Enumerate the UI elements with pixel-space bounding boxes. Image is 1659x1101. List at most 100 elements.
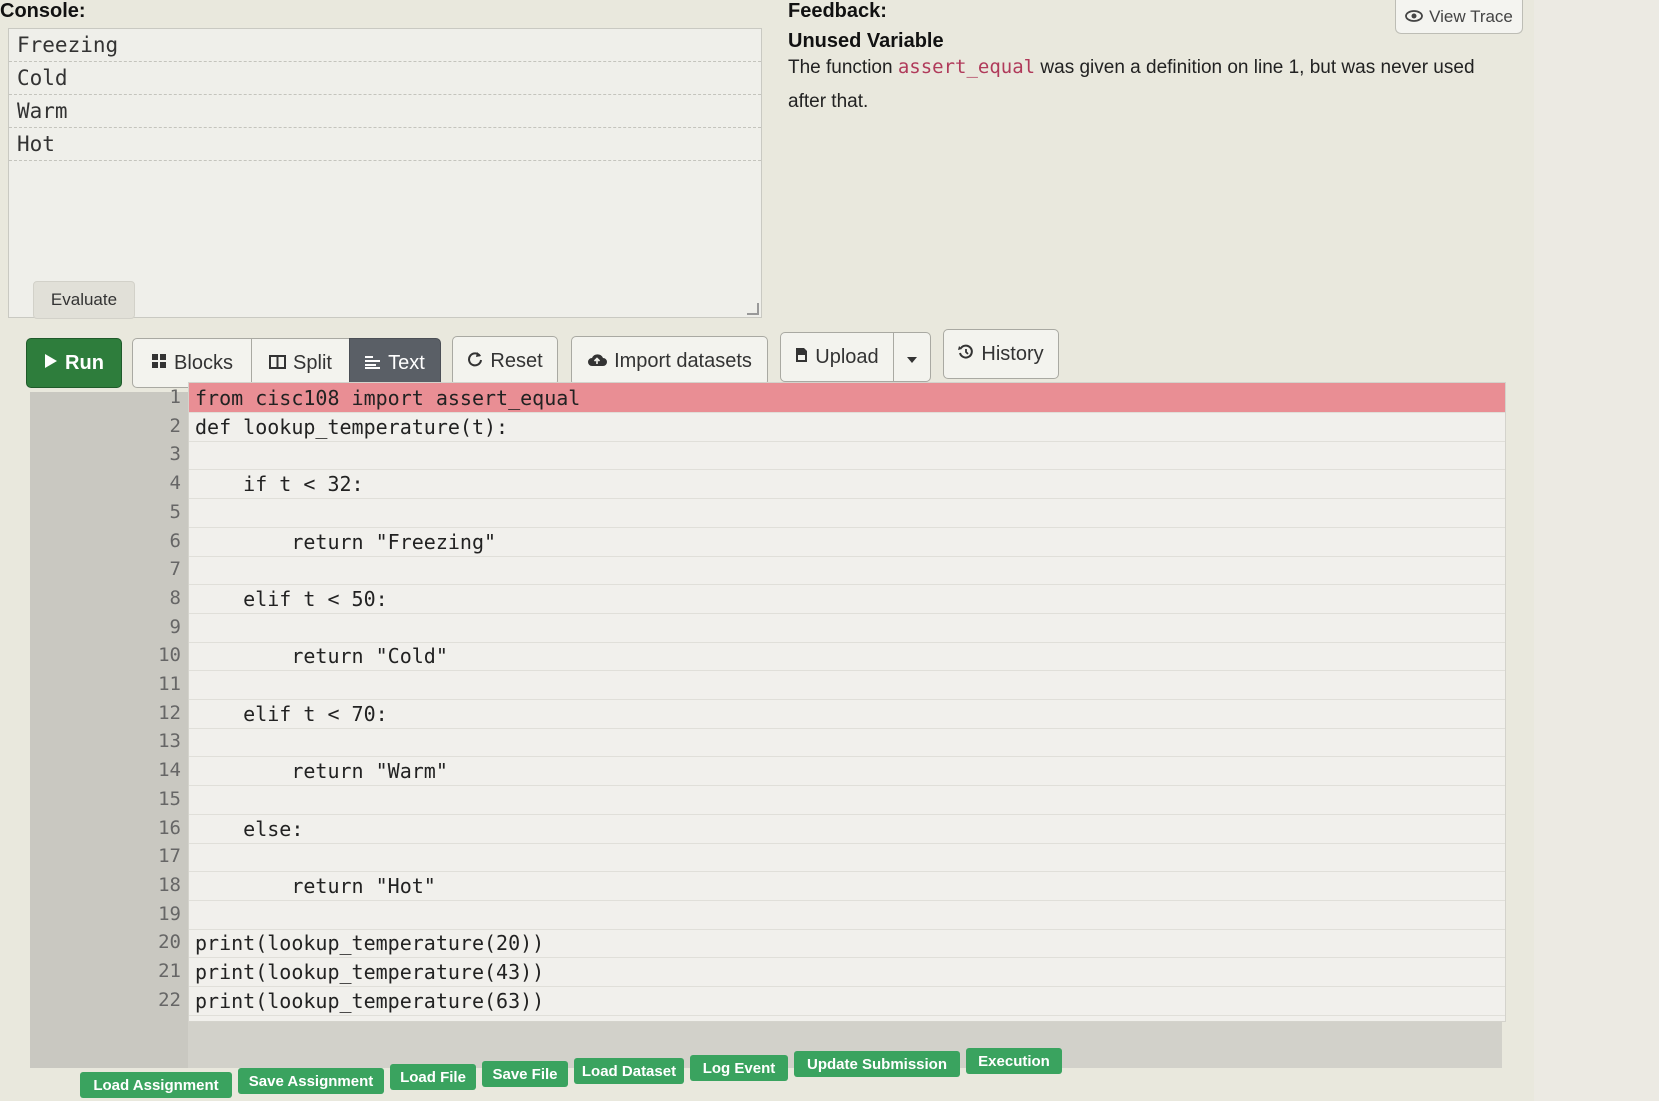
import-datasets-button[interactable]: Import datasets bbox=[571, 336, 768, 386]
code-line[interactable]: 2 def lookup_temperature(t): bbox=[170, 412, 1505, 442]
console-output[interactable]: Freezing Cold Warm Hot Evaluate bbox=[8, 28, 762, 319]
feedback-message-prefix: The function bbox=[788, 57, 898, 78]
line-number: 3 bbox=[169, 443, 181, 466]
line-number: 12 bbox=[158, 701, 181, 724]
line-number: 14 bbox=[158, 759, 181, 782]
code-text: else: bbox=[195, 816, 304, 841]
code-line[interactable]: 9 bbox=[170, 613, 1505, 643]
code-line[interactable]: 15 bbox=[158, 785, 1505, 815]
line-number: 8 bbox=[169, 586, 181, 609]
code-line[interactable]: 17 bbox=[158, 842, 1505, 873]
code-text: return "Cold" bbox=[195, 644, 448, 669]
code-line[interactable]: 18 return "Hot" bbox=[158, 871, 1505, 901]
line-number: 5 bbox=[169, 500, 181, 523]
line-number: 13 bbox=[158, 730, 181, 753]
bottom-button[interactable]: Load Dataset bbox=[574, 1058, 684, 1084]
code-text: return "Warm" bbox=[195, 759, 448, 784]
code-editor[interactable]: 1 from cisc108 import assert_equal 2 def lo… bbox=[158, 382, 1506, 1022]
blocks-button[interactable]: Blocks bbox=[132, 338, 252, 388]
view-trace-button[interactable]: View Trace bbox=[1395, 0, 1523, 34]
console-line: Warm bbox=[9, 95, 761, 128]
blocks-label: Blocks bbox=[174, 351, 233, 374]
code-line[interactable]: 22 print(lookup_temperature(63)) bbox=[158, 986, 1505, 1016]
line-number: 10 bbox=[158, 644, 181, 667]
file-icon bbox=[795, 346, 808, 369]
code-line[interactable]: 5 bbox=[170, 498, 1505, 528]
code-text: print(lookup_temperature(43)) bbox=[195, 960, 545, 984]
code-text: return "Hot" bbox=[195, 873, 436, 898]
text-label: Text bbox=[388, 351, 425, 374]
right-margin bbox=[1534, 0, 1659, 1101]
code-text: elif t < 70: bbox=[195, 701, 388, 726]
code-line[interactable]: 19 bbox=[158, 900, 1505, 930]
code-text: print(lookup_temperature(63)) bbox=[195, 988, 545, 1013]
line-number: 6 bbox=[169, 529, 181, 552]
bottom-button[interactable]: Load File bbox=[390, 1064, 476, 1090]
text-button[interactable]: Text bbox=[349, 338, 441, 388]
evaluate-button[interactable]: Evaluate bbox=[33, 281, 135, 319]
code-line[interactable]: 16 else: bbox=[158, 814, 1505, 844]
code-line[interactable]: 7 bbox=[170, 555, 1505, 586]
bottom-button[interactable]: Save Assignment bbox=[238, 1068, 384, 1094]
line-number: 7 bbox=[169, 558, 181, 581]
split-label: Split bbox=[293, 351, 332, 374]
line-number: 19 bbox=[158, 902, 181, 925]
line-number: 2 bbox=[169, 414, 181, 437]
bottom-button[interactable]: Log Event bbox=[690, 1055, 788, 1081]
resize-handle[interactable] bbox=[747, 303, 759, 315]
line-number: 9 bbox=[169, 615, 181, 638]
line-number: 15 bbox=[158, 787, 181, 810]
code-line[interactable]: 14 return "Warm" bbox=[158, 756, 1505, 787]
code-text: if t < 32: bbox=[195, 472, 364, 497]
line-number: 20 bbox=[158, 931, 181, 954]
console-line: Hot bbox=[9, 128, 761, 161]
upload-dropdown-button[interactable] bbox=[893, 332, 931, 382]
reset-button[interactable]: Reset bbox=[452, 336, 558, 386]
view-trace-label: View Trace bbox=[1429, 6, 1513, 26]
history-label: History bbox=[981, 342, 1044, 365]
line-number: 22 bbox=[158, 988, 181, 1011]
import-datasets-label: Import datasets bbox=[614, 349, 752, 372]
code-line[interactable]: 11 bbox=[158, 670, 1505, 700]
code-text: def lookup_temperature(t): bbox=[195, 414, 509, 439]
upload-label: Upload bbox=[815, 345, 879, 368]
code-line[interactable]: 12 elif t < 70: bbox=[158, 699, 1505, 729]
code-line[interactable]: 1 from cisc108 import assert_equal bbox=[170, 383, 1505, 413]
columns-icon bbox=[269, 352, 287, 375]
code-line[interactable]: 3 bbox=[170, 440, 1505, 471]
history-icon bbox=[958, 343, 974, 366]
cloud-upload-icon bbox=[587, 350, 608, 373]
run-label: Run bbox=[65, 351, 104, 374]
code-line[interactable]: 4 if t < 32: bbox=[170, 469, 1505, 500]
code-text: return "Freezing" bbox=[195, 529, 497, 554]
code-line[interactable]: 21 print(lookup_temperature(43)) bbox=[158, 957, 1505, 987]
code-line[interactable]: 10 return "Cold" bbox=[158, 641, 1505, 672]
code-text: print(lookup_temperature(20)) bbox=[195, 931, 545, 956]
bottom-button[interactable]: Load Assignment bbox=[80, 1072, 232, 1098]
play-icon bbox=[44, 352, 58, 375]
line-number: 11 bbox=[158, 673, 181, 695]
code-line[interactable]: 6 return "Freezing" bbox=[170, 527, 1505, 557]
console-line: Freezing bbox=[9, 29, 761, 62]
line-number: 17 bbox=[158, 845, 181, 868]
grid-icon bbox=[151, 352, 167, 375]
upload-button[interactable]: Upload bbox=[780, 332, 894, 382]
code-text: elif t < 50: bbox=[195, 586, 388, 611]
bottom-button[interactable]: Save File bbox=[482, 1061, 568, 1087]
bottom-button[interactable]: Execution bbox=[966, 1048, 1062, 1074]
bottom-button[interactable]: Update Submission bbox=[794, 1051, 960, 1077]
code-line[interactable]: 13 bbox=[158, 727, 1505, 758]
history-button[interactable]: History bbox=[943, 329, 1059, 379]
code-line[interactable]: 20 print(lookup_temperature(20)) bbox=[158, 928, 1505, 959]
caret-down-icon bbox=[907, 346, 917, 369]
run-button[interactable]: Run bbox=[26, 338, 122, 388]
feedback-message: The function assert_equal was given a de… bbox=[788, 50, 1508, 119]
code-text: from cisc108 import assert_equal bbox=[195, 386, 581, 410]
split-button[interactable]: Split bbox=[251, 338, 350, 388]
line-number: 18 bbox=[158, 873, 181, 896]
line-number: 16 bbox=[158, 816, 181, 839]
feedback-code-ref: assert_equal bbox=[897, 56, 1036, 78]
feedback-label: Feedback: bbox=[788, 0, 887, 22]
code-line[interactable]: 8 elif t < 50: bbox=[170, 584, 1505, 614]
console-line: Cold bbox=[9, 62, 761, 95]
